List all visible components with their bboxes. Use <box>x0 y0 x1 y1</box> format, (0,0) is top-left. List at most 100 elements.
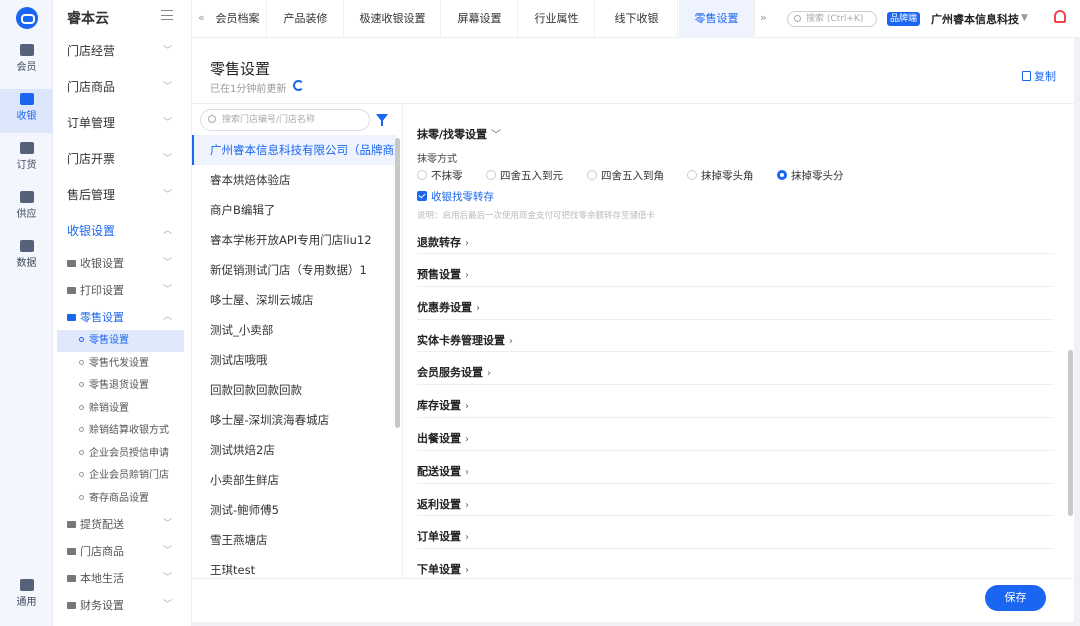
chevron-right-icon: › <box>487 368 491 379</box>
save-button[interactable]: 保存 <box>985 585 1046 611</box>
menu-leaf-retail-settings[interactable]: 零售设置 <box>57 330 184 352</box>
store-search-input[interactable]: 搜索门店编号/门店名称 <box>200 109 370 131</box>
divider <box>417 417 1054 418</box>
section-refund-transfer[interactable]: 退款转存 › <box>417 234 469 250</box>
tabs-next-icon[interactable]: » <box>760 11 767 24</box>
menu-sub-retail-settings[interactable]: 零售设置 ︿ <box>53 304 192 331</box>
tab-industry-attributes[interactable]: 行业属性 <box>519 0 595 38</box>
menu-sub-store-products[interactable]: 门店商品 ﹀ <box>53 538 192 565</box>
menu-leaf-credit-settings[interactable]: 赊销设置 <box>53 398 192 420</box>
company-switcher[interactable]: 广州睿本信息科技 <box>931 11 1019 27</box>
radio-round-jiao[interactable]: 四舍五入到角 <box>587 168 664 183</box>
menu-leaf-deposit-goods[interactable]: 寄存商品设置 <box>53 488 192 510</box>
menu-collapse-icon[interactable] <box>161 10 173 20</box>
store-item[interactable]: 商户B编辑了 <box>192 195 396 225</box>
menu-leaf-enterprise-credit[interactable]: 企业会员授信申请 <box>53 443 192 465</box>
caret-down-icon[interactable]: ▼ <box>1021 13 1028 23</box>
radio-drop-jiao[interactable]: 抹掉零头角 <box>687 168 754 183</box>
copy-button[interactable]: 复制 <box>1022 68 1056 84</box>
notification-bell-icon[interactable] <box>1054 10 1066 23</box>
chevron-right-icon: › <box>465 238 469 249</box>
store-item[interactable]: 哆士屋-深圳滨海春城店 <box>192 405 396 435</box>
rail-item-supply[interactable]: 供应 <box>0 187 53 231</box>
menu-sub-local-life[interactable]: 本地生活 ﹀ <box>53 565 192 592</box>
bullet-icon <box>79 337 84 342</box>
search-icon <box>208 115 216 123</box>
chevron-down-icon: ﹀ <box>162 190 172 200</box>
store-item[interactable]: 睿本烘焙体验店 <box>192 165 396 195</box>
menu-sub-print-settings[interactable]: 打印设置 ﹀ <box>53 277 192 304</box>
bullet-icon <box>79 405 84 410</box>
section-rebate[interactable]: 返利设置 › <box>417 496 469 512</box>
tab-offline-cashier[interactable]: 线下收银 <box>596 0 678 38</box>
store-item[interactable]: 测试-鲍师傅5 <box>192 495 396 525</box>
menu-sub-cashier-settings[interactable]: 收银设置 ﹀ <box>53 250 192 277</box>
store-item[interactable]: 王琪test <box>192 555 396 578</box>
section-presale[interactable]: 预售设置 › <box>417 266 469 282</box>
radio-drop-fen[interactable]: 抹掉零头分 <box>777 168 844 183</box>
rail-item-data[interactable]: 数据 <box>0 236 53 280</box>
rail-item-member[interactable]: 会员 <box>0 40 53 84</box>
divider <box>402 104 403 578</box>
cashier-monitor-icon <box>19 93 34 105</box>
tab-retail-settings[interactable]: 零售设置 <box>679 0 755 38</box>
chevron-right-icon: › <box>465 532 469 543</box>
rail-item-general[interactable]: 通用 <box>0 575 53 619</box>
store-item[interactable]: 睿本学彬开放API专用门店liu12 <box>192 225 396 255</box>
tab-bar: « 会员档案 产品装修 极速收银设置 屏幕设置 行业属性 线下收银 零售设置 »… <box>192 0 1080 38</box>
menu-leaf-retail-return[interactable]: 零售退货设置 <box>53 375 192 397</box>
tab-screen-settings[interactable]: 屏幕设置 <box>442 0 518 38</box>
menu-after-sales[interactable]: 售后管理 ﹀ <box>53 177 192 213</box>
menu-leaf-credit-payment[interactable]: 赊销结算收银方式 <box>53 420 192 442</box>
menu-order-management[interactable]: 订单管理 ﹀ <box>53 105 192 141</box>
menu-sub-finance-settings[interactable]: 财务设置 ﹀ <box>53 592 192 619</box>
rail-item-cashier[interactable]: 收银 <box>0 89 53 133</box>
store-item[interactable]: 回款回款回款回款 <box>192 375 396 405</box>
store-item[interactable]: 哆士屋、深圳云城店 <box>192 285 396 315</box>
settings-scrollbar[interactable] <box>1068 350 1073 516</box>
section-member-service[interactable]: 会员服务设置 › <box>417 364 491 380</box>
menu-store-products[interactable]: 门店商品 ﹀ <box>53 69 192 105</box>
menu-cashier-settings[interactable]: 收银设置 ︿ <box>53 213 192 249</box>
section-rounding[interactable]: 抹零/找零设置 ﹀ <box>417 126 501 142</box>
chevron-up-icon: ︿ <box>162 312 172 322</box>
store-item[interactable]: 测试烘焙2店 <box>192 435 396 465</box>
store-item[interactable]: 新促销测试门店（专用数据）1 <box>192 255 396 285</box>
global-search-input[interactable]: 搜索 (Ctrl+K) <box>787 11 877 27</box>
menu-store-operations[interactable]: 门店经营 ﹀ <box>53 33 192 69</box>
store-item[interactable]: 测试店哦哦 <box>192 345 396 375</box>
store-item[interactable]: 雪王燕塘店 <box>192 525 396 555</box>
bullet-icon <box>79 495 84 500</box>
menu-store-invoicing[interactable]: 门店开票 ﹀ <box>53 141 192 177</box>
section-physical-card[interactable]: 实体卡券管理设置 › <box>417 332 513 348</box>
radio-no-rounding[interactable]: 不抹零 <box>417 168 463 183</box>
store-list-scrollbar[interactable] <box>395 138 400 428</box>
tab-product-decoration[interactable]: 产品装修 <box>268 0 344 38</box>
section-delivery[interactable]: 配送设置 › <box>417 463 469 479</box>
divider <box>417 548 1054 549</box>
tab-fast-cashier-settings[interactable]: 极速收银设置 <box>345 0 441 38</box>
share-nodes-icon <box>19 579 34 591</box>
store-item[interactable]: 广州睿本信息科技有限公司（品牌商） <box>192 135 396 165</box>
refresh-icon[interactable] <box>293 80 304 91</box>
menu-leaf-retail-dropship[interactable]: 零售代发设置 <box>53 353 192 375</box>
folder-icon <box>67 260 76 267</box>
tabs-prev-icon[interactable]: « <box>198 11 205 24</box>
filter-icon[interactable] <box>376 114 388 126</box>
store-item[interactable]: 小卖部生鲜店 <box>192 465 396 495</box>
radio-round-yuan[interactable]: 四舍五入到元 <box>486 168 563 183</box>
section-inventory[interactable]: 库存设置 › <box>417 397 469 413</box>
tab-member-records[interactable]: 会员档案 <box>209 0 267 38</box>
change-to-savings-checkbox[interactable]: 收银找零转存 <box>417 189 494 204</box>
section-coupon[interactable]: 优惠券设置 › <box>417 299 480 315</box>
rail-item-ordering[interactable]: 订货 <box>0 138 53 182</box>
section-order[interactable]: 订单设置 › <box>417 528 469 544</box>
section-place-order[interactable]: 下单设置 › <box>417 561 469 576</box>
menu-leaf-enterprise-credit-store[interactable]: 企业会员赊销门店 <box>53 465 192 487</box>
side-menu: 睿本云 门店经营 ﹀ 门店商品 ﹀ 订单管理 ﹀ 门店开票 ﹀ 售后管理 ﹀ 收银设置 ︿ … <box>53 0 192 626</box>
radio-circle <box>486 170 496 180</box>
bullet-icon <box>79 360 84 365</box>
menu-sub-pickup-delivery[interactable]: 提货配送 ﹀ <box>53 511 192 538</box>
store-item[interactable]: 测试_小卖部 <box>192 315 396 345</box>
section-meal-output[interactable]: 出餐设置 › <box>417 430 469 446</box>
